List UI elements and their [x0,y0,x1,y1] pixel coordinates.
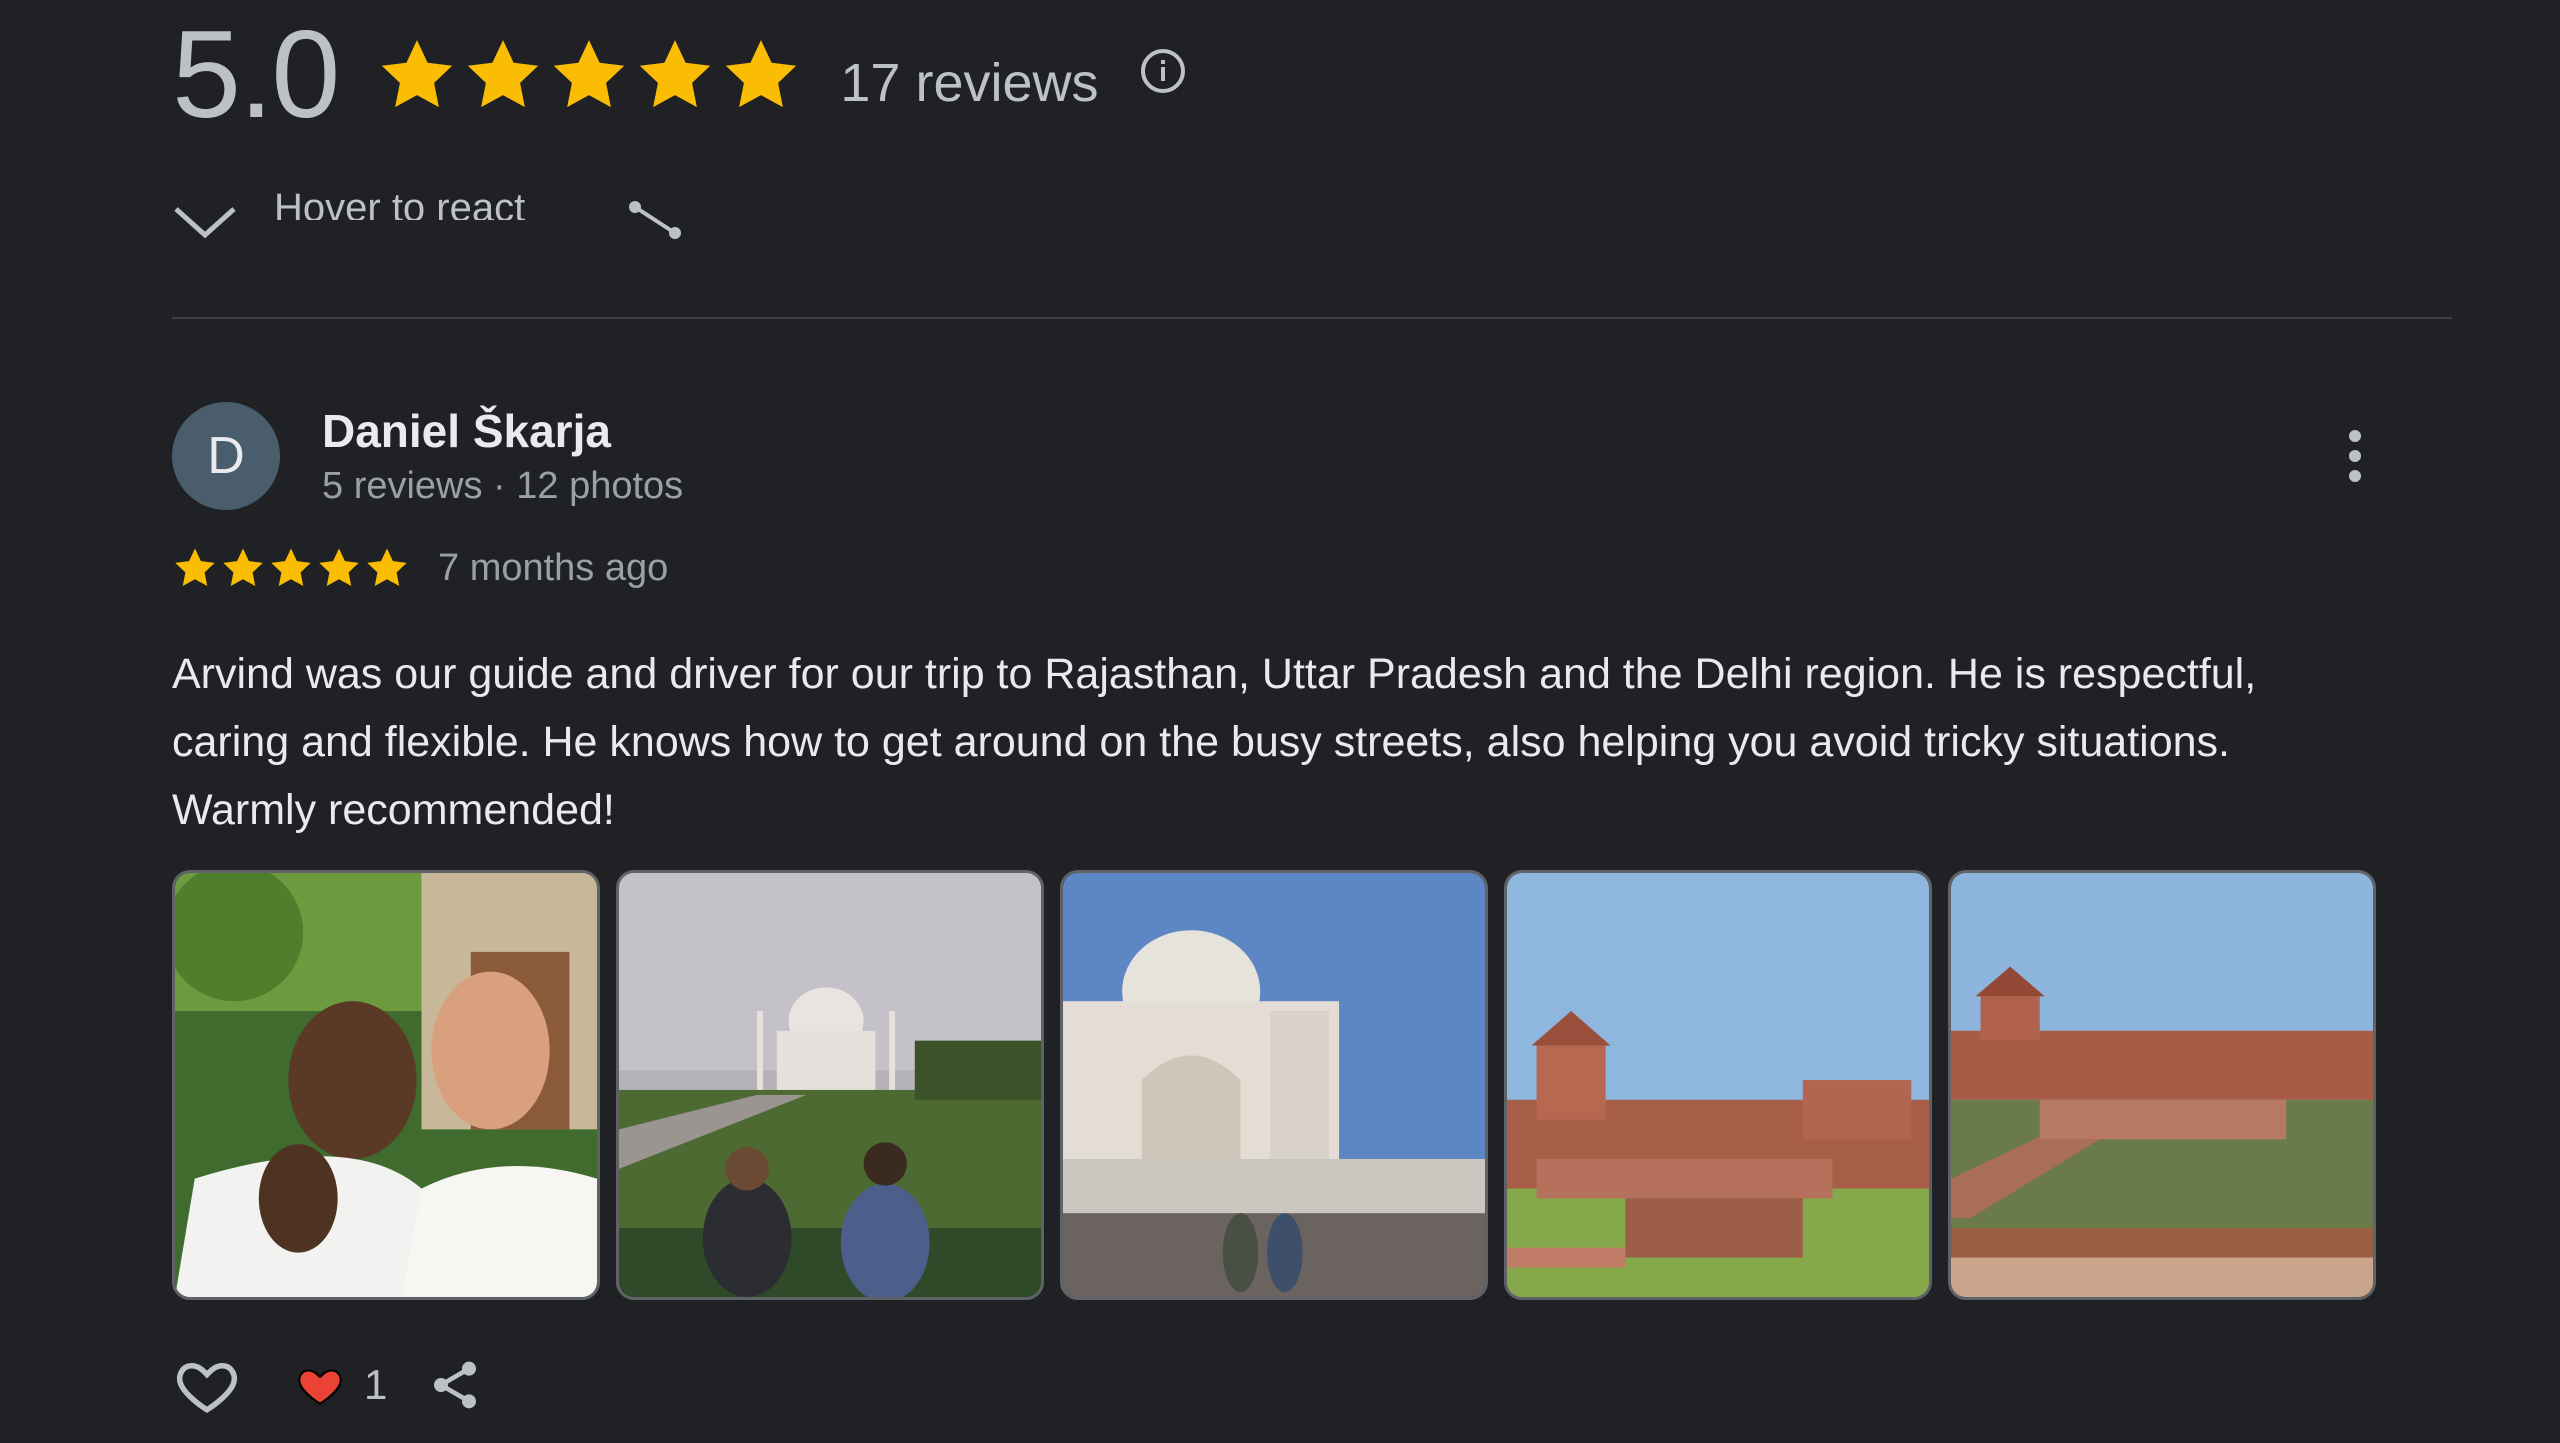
previous-review-actions: Hover to react [172,186,685,250]
photo-taj-mahal-closeup[interactable] [1060,870,1488,1300]
reviewer-info: Daniel Škarja 5 reviews · 12 photos [322,404,683,508]
review-actions: 1 [172,1352,483,1418]
star-icon [468,40,539,108]
reviewer-header: D Daniel Škarja 5 reviews · 12 photos [172,402,683,510]
avatar[interactable]: D [172,402,280,510]
rating-summary: 5.0 17 reviews [172,0,1187,150]
share-icon[interactable] [427,1355,483,1415]
star-icon [382,40,453,108]
dot-icon [2349,430,2361,442]
more-options-button[interactable] [2330,420,2380,492]
reviewer-meta: 5 reviews · 12 photos [322,465,684,508]
info-icon[interactable] [1139,47,1187,95]
star-icon [367,548,407,587]
divider [172,317,2452,319]
reaction-count: 1 [364,1361,388,1408]
photo-fatehpur-sikri-pool[interactable] [1504,870,1932,1300]
star-icon [271,548,311,587]
review-stars [172,545,410,591]
star-icon [223,548,263,587]
share-icon[interactable] [625,195,685,245]
review-text: Arvind was our guide and driver for our … [172,650,2257,834]
heart-reaction-icon[interactable] [292,1360,348,1410]
review-time: 7 months ago [438,546,669,589]
review-photos [172,870,2376,1300]
review-page: 5.0 17 reviews Hover to react D Daniel Š… [0,0,2560,1443]
star-icon [640,40,711,108]
review-rating-row: 7 months ago [172,545,668,591]
chevron-down-icon[interactable] [172,195,238,245]
dot-icon [2349,450,2361,462]
star-icon [726,40,797,108]
dot-icon [2349,470,2361,482]
average-score: 5.0 [172,6,340,144]
reviewer-name[interactable]: Daniel Škarja [322,404,683,459]
star-icon [319,548,359,587]
photo-guide-selfie[interactable] [172,870,600,1300]
average-stars [376,34,802,116]
heart-outline-icon[interactable] [172,1352,242,1418]
review-count: 17 reviews [840,53,1099,113]
hover-to-react-label[interactable]: Hover to react [274,178,525,220]
photo-taj-mahal-garden[interactable] [616,870,1044,1300]
star-icon [175,548,215,587]
photo-fatehpur-sikri-court[interactable] [1948,870,2376,1300]
star-icon [554,40,625,108]
